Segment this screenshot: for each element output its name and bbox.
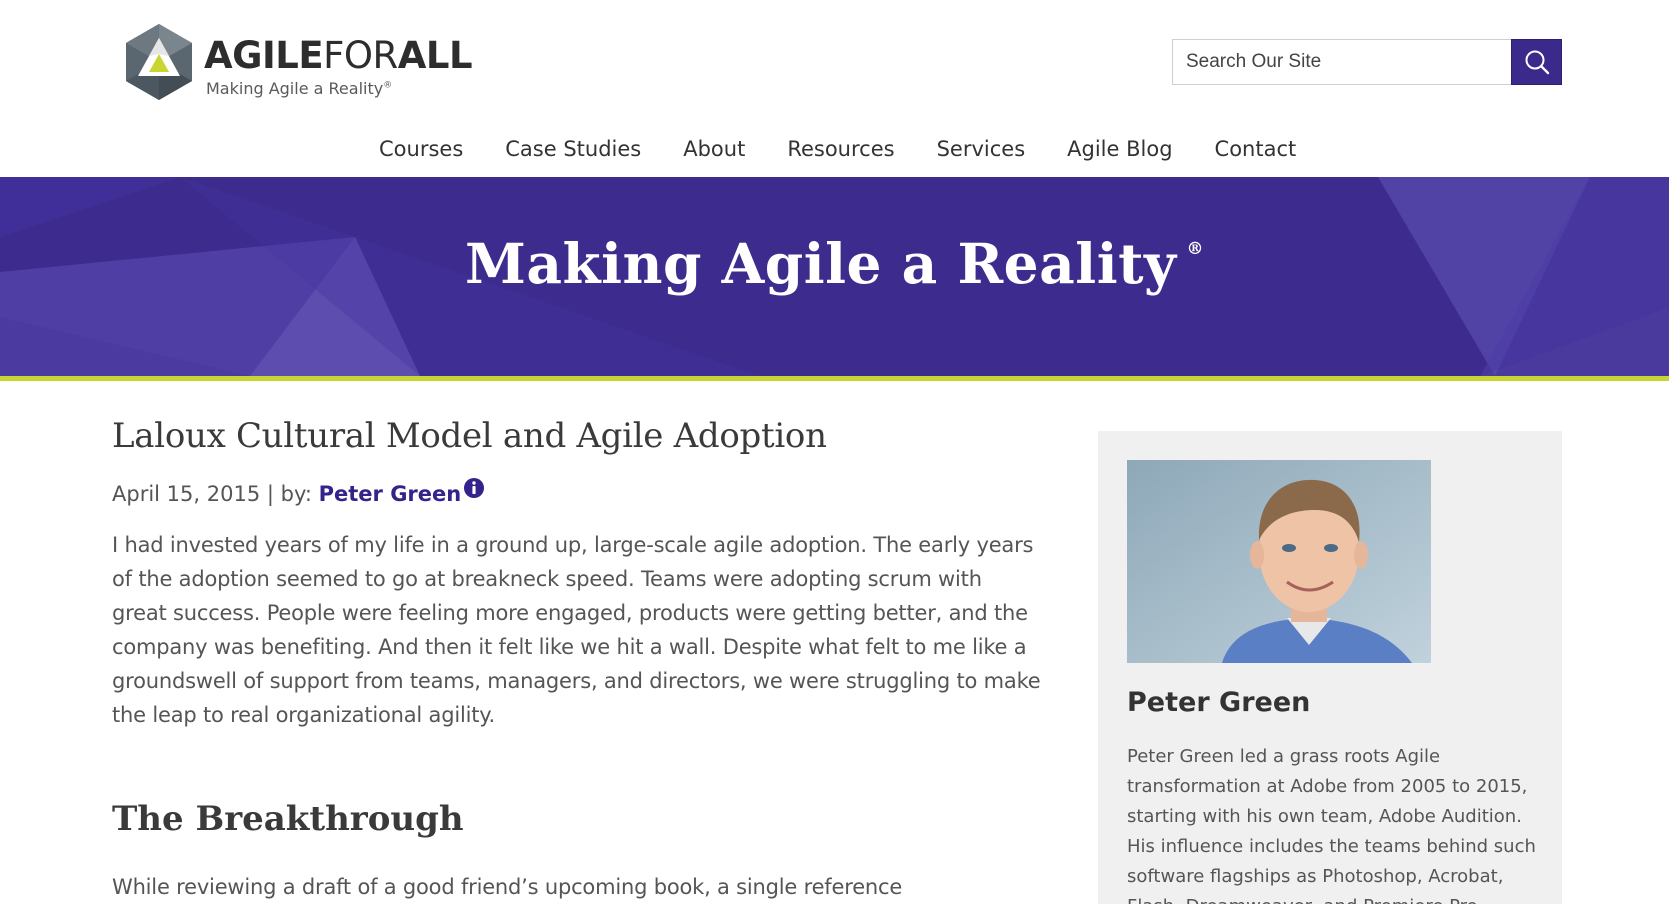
post-author-link[interactable]: Peter Green <box>319 482 462 506</box>
nav-item-contact[interactable]: Contact <box>1194 130 1318 168</box>
site-logo[interactable]: AGILEFORALL Making Agile a Reality® <box>122 22 502 106</box>
site-header: AGILEFORALL Making Agile a Reality® Cour… <box>0 0 1669 177</box>
post-title: Laloux Cultural Model and Agile Adoption <box>112 416 827 456</box>
nav-item-about[interactable]: About <box>662 130 766 168</box>
search-button[interactable] <box>1511 39 1562 85</box>
author-bio: Peter Green led a grass roots Agile tran… <box>1127 746 1536 904</box>
hero-banner: Making Agile a Reality ® <box>0 177 1669 376</box>
hero-accent-stripe <box>0 376 1669 381</box>
main-nav: Courses Case Studies About Resources Ser… <box>0 130 1669 170</box>
nav-item-services[interactable]: Services <box>916 130 1047 168</box>
site-search <box>1172 39 1562 85</box>
logo-hexagon-icon <box>126 24 192 100</box>
nav-item-case-studies[interactable]: Case Studies <box>484 130 662 168</box>
nav-item-agile-blog[interactable]: Agile Blog <box>1046 130 1193 168</box>
logo-wordmark: AGILEFORALL <box>204 34 473 77</box>
search-input[interactable] <box>1172 39 1512 85</box>
hero-title: Making Agile a Reality ® <box>465 231 1204 296</box>
author-portrait-image <box>1127 460 1431 663</box>
logo-tagline: Making Agile a Reality® <box>206 79 393 98</box>
section-heading: The Breakthrough <box>112 799 464 839</box>
post-meta: April 15, 2015 | by: Peter Green <box>112 478 1042 509</box>
nav-item-resources[interactable]: Resources <box>766 130 915 168</box>
search-icon <box>1525 50 1549 75</box>
author-photo <box>1127 460 1431 663</box>
nav-item-courses[interactable]: Courses <box>358 130 484 168</box>
article: Laloux Cultural Model and Agile Adoption… <box>112 412 1042 904</box>
author-sidebar: Peter Green Peter Green led a grass root… <box>1098 431 1562 904</box>
post-paragraph: I had invested years of my life in a gro… <box>112 533 1041 727</box>
info-icon[interactable] <box>464 478 485 498</box>
post-paragraph-2: While reviewing a draft of a good friend… <box>112 875 903 899</box>
author-name: Peter Green <box>1127 687 1311 718</box>
post-date: April 15, 2015 | by: <box>112 482 319 506</box>
